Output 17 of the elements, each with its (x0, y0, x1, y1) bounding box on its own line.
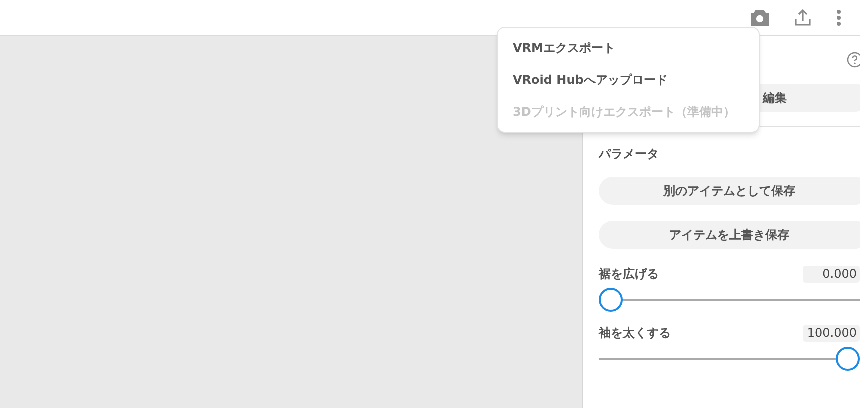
help-icon[interactable] (847, 52, 860, 68)
slider-label: 袖を太くする (599, 325, 671, 342)
slider-label: 裾を広げる (599, 266, 659, 283)
section-title: パラメータ (599, 146, 659, 163)
share-icon[interactable] (794, 8, 812, 26)
value-field[interactable]: 0.000 (803, 266, 860, 282)
slider-track[interactable] (599, 347, 860, 371)
save-button[interactable]: アイテムを上書き保存 (599, 221, 860, 249)
save-button[interactable]: 別のアイテムとして保存 (599, 177, 860, 205)
slider-track[interactable] (599, 288, 860, 312)
camera-icon[interactable] (750, 8, 770, 26)
slider-thumb[interactable] (836, 347, 860, 371)
value-field[interactable]: 100.000 (803, 324, 860, 342)
menu-item[interactable]: VRoid Hubへアップロード (498, 64, 759, 96)
slider-thumb[interactable] (599, 288, 623, 312)
menu-item[interactable]: VRMエクスポート (498, 32, 759, 64)
more-icon[interactable] (836, 8, 842, 26)
